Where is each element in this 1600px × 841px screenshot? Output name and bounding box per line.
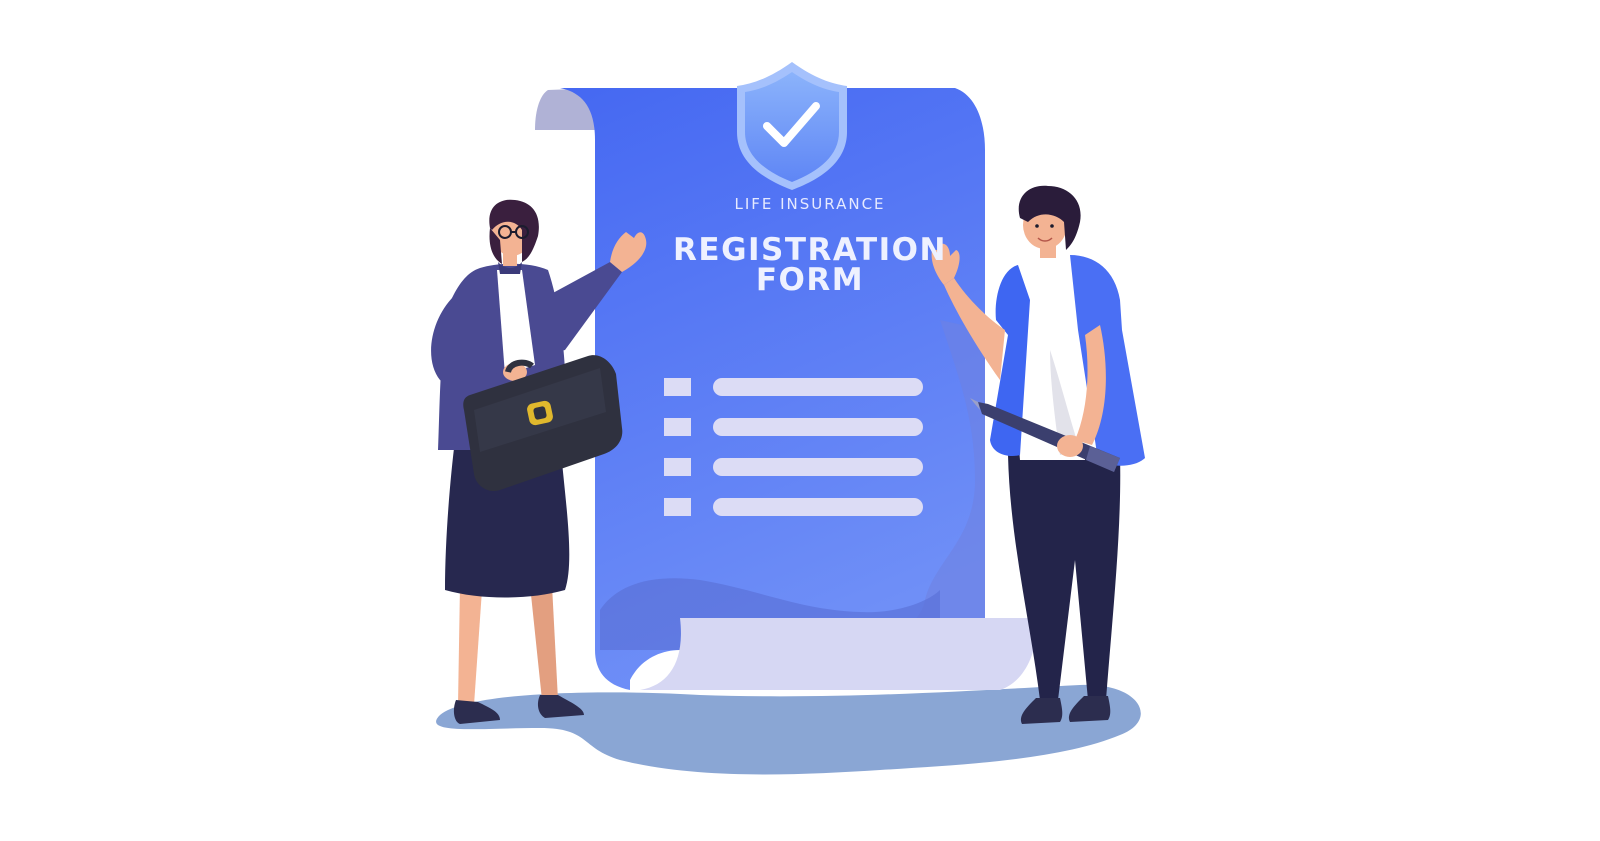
form-checkbox xyxy=(664,458,691,476)
form-line xyxy=(713,498,923,516)
form-checkbox xyxy=(664,418,691,436)
form-checkbox xyxy=(664,498,691,516)
form-line xyxy=(713,418,923,436)
form-line xyxy=(713,378,923,396)
man-hand xyxy=(1057,435,1083,457)
form-checkbox xyxy=(664,378,691,396)
form-title: REGISTRATION FORM xyxy=(600,232,1020,298)
form-line xyxy=(713,458,923,476)
form-subtitle: LIFE INSURANCE xyxy=(734,195,886,213)
document-curl-bottom xyxy=(640,618,1037,690)
form-title-line1: REGISTRATION xyxy=(673,232,947,268)
illustration xyxy=(431,62,1145,775)
form-title-line2: FORM xyxy=(755,262,865,298)
